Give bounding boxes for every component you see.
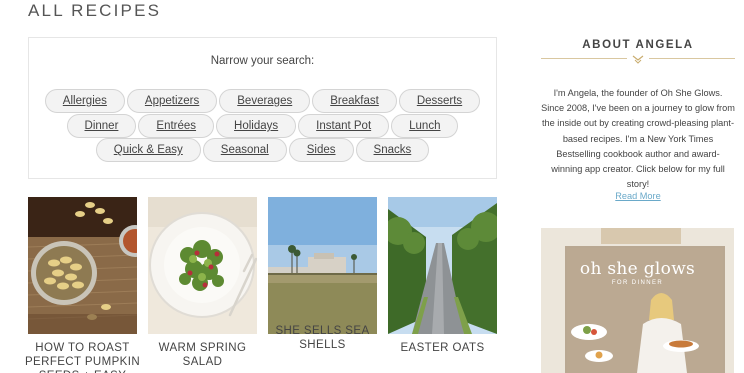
filter-chip-seasonal[interactable]: Seasonal xyxy=(202,138,287,162)
filter-chip-appetizers[interactable]: Appetizers xyxy=(126,89,218,113)
recipe-card[interactable]: WARM SPRING SALAD xyxy=(148,197,257,373)
filter-chip-quick-easy[interactable]: Quick & Easy xyxy=(95,138,201,162)
read-more-link[interactable]: Read More xyxy=(541,191,735,201)
filter-chip-snacks[interactable]: Snacks xyxy=(355,138,430,162)
recipe-card[interactable]: EASTER OATS xyxy=(388,197,497,373)
filter-chip-lunch[interactable]: Lunch xyxy=(391,114,459,138)
filter-heading: Narrow your search: xyxy=(210,55,315,67)
book-title: oh she glows xyxy=(579,259,696,279)
filter-chip-beverages[interactable]: Beverages xyxy=(219,89,311,113)
about-heading: ABOUT ANGELA xyxy=(582,39,694,51)
filter-chip-holidays[interactable]: Holidays xyxy=(216,114,297,138)
filter-chip-dinner[interactable]: Dinner xyxy=(66,114,137,138)
chip-row-1: Allergies Appetizers Beverages Breakfast… xyxy=(29,89,496,113)
page-title: ALL RECIPES xyxy=(28,1,162,20)
recipe-card[interactable]: HOW TO ROAST PERFECT PUMPKIN SEEDS + EAS… xyxy=(25,197,140,373)
filter-chip-allergies[interactable]: Allergies xyxy=(44,89,125,113)
heading-divider-right xyxy=(649,58,735,59)
recipe-title[interactable]: EASTER OATS xyxy=(382,341,503,355)
filter-chip-desserts[interactable]: Desserts xyxy=(398,89,481,113)
about-text: I'm Angela, the founder of Oh She Glows.… xyxy=(541,88,735,190)
cookbook-cover[interactable]: oh she glows FOR DINNER xyxy=(541,228,734,373)
chip-row-2: Dinner Entrées Holidays Instant Pot Lunc… xyxy=(29,114,496,138)
chip-row-3: Quick & Easy Seasonal Sides Snacks xyxy=(29,138,496,162)
spring-salad-plate-photo[interactable] xyxy=(148,197,257,334)
recipe-card[interactable]: SHE SELLS SEA SHELLS xyxy=(268,197,377,373)
tree-lined-road-photo[interactable] xyxy=(388,197,497,334)
filter-chip-instant-pot[interactable]: Instant Pot xyxy=(298,114,390,138)
filter-chip-breakfast[interactable]: Breakfast xyxy=(312,89,397,113)
recipe-title[interactable]: HOW TO ROAST PERFECT PUMPKIN SEEDS + EAS… xyxy=(22,341,143,373)
chevron-ornament-icon xyxy=(632,55,644,64)
heading-divider-left xyxy=(541,58,627,59)
beach-hotel-photo[interactable] xyxy=(268,197,377,334)
roasted-pumpkin-seeds-photo[interactable] xyxy=(28,197,137,334)
filter-panel: Narrow your search: Allergies Appetizers… xyxy=(28,37,497,179)
recipe-title[interactable]: SHE SELLS SEA SHELLS xyxy=(262,324,383,352)
book-subtitle: FOR DINNER xyxy=(611,280,664,286)
recipe-title[interactable]: WARM SPRING SALAD xyxy=(142,341,263,369)
filter-chip-sides[interactable]: Sides xyxy=(288,138,354,162)
filter-chip-entrees[interactable]: Entrées xyxy=(138,114,215,138)
